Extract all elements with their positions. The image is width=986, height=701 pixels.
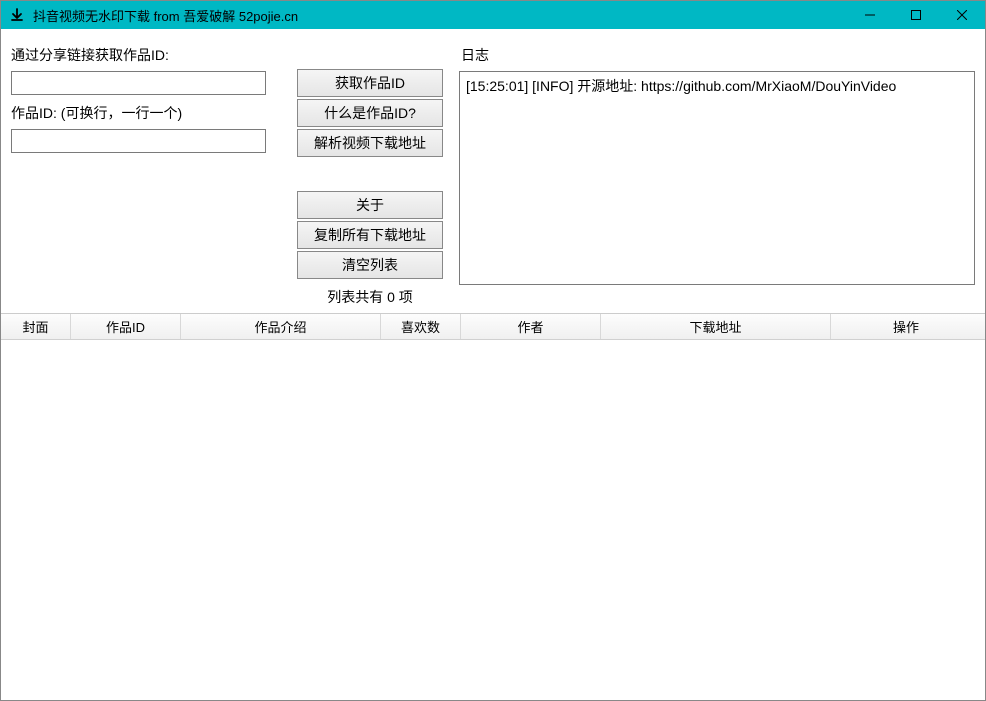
- get-work-id-button[interactable]: 获取作品ID: [297, 69, 443, 97]
- clear-list-button[interactable]: 清空列表: [297, 251, 443, 279]
- parse-download-button[interactable]: 解析视频下载地址: [297, 129, 443, 157]
- share-link-input[interactable]: [11, 71, 266, 95]
- table-column-header[interactable]: 作品介绍: [181, 314, 381, 339]
- app-icon: [7, 5, 27, 25]
- what-is-work-id-button[interactable]: 什么是作品ID?: [297, 99, 443, 127]
- list-count-label: 列表共有 0 项: [327, 287, 413, 307]
- window-title: 抖音视频无水印下载 from 吾爱破解 52pojie.cn: [31, 6, 847, 25]
- maximize-button[interactable]: [893, 1, 939, 29]
- work-id-input[interactable]: [11, 129, 266, 153]
- log-entry: [15:25:01] [INFO] 开源地址: https://github.c…: [466, 76, 968, 96]
- table-column-header[interactable]: 下载地址: [601, 314, 831, 339]
- table-column-header[interactable]: 操作: [831, 314, 981, 339]
- left-panel: 通过分享链接获取作品ID: 作品ID: (可换行，一行一个) 获取作品ID 什么…: [11, 39, 451, 307]
- window-controls: [847, 1, 985, 29]
- inputs-column: 通过分享链接获取作品ID: 作品ID: (可换行，一行一个): [11, 39, 269, 307]
- buttons-column: 获取作品ID 什么是作品ID? 解析视频下载地址 关于 复制所有下载地址 清空列…: [295, 39, 445, 307]
- minimize-button[interactable]: [847, 1, 893, 29]
- table-column-header[interactable]: 封面: [1, 314, 71, 339]
- copy-all-button[interactable]: 复制所有下载地址: [297, 221, 443, 249]
- table-column-header[interactable]: 作者: [461, 314, 601, 339]
- table-column-header[interactable]: 作品ID: [71, 314, 181, 339]
- log-label: 日志: [459, 45, 975, 65]
- app-window: 抖音视频无水印下载 from 吾爱破解 52pojie.cn 通过分享链接获取作…: [0, 0, 986, 701]
- share-link-label: 通过分享链接获取作品ID:: [11, 45, 269, 65]
- title-bar: 抖音视频无水印下载 from 吾爱破解 52pojie.cn: [1, 1, 985, 29]
- close-button[interactable]: [939, 1, 985, 29]
- table-column-header[interactable]: 喜欢数: [381, 314, 461, 339]
- right-panel: 日志 [15:25:01] [INFO] 开源地址: https://githu…: [459, 39, 975, 307]
- work-id-label: 作品ID: (可换行，一行一个): [11, 103, 269, 123]
- table-area: 封面作品ID作品介绍喜欢数作者下载地址操作: [1, 313, 985, 700]
- log-textbox[interactable]: [15:25:01] [INFO] 开源地址: https://github.c…: [459, 71, 975, 285]
- about-button[interactable]: 关于: [297, 191, 443, 219]
- table-header: 封面作品ID作品介绍喜欢数作者下载地址操作: [1, 314, 985, 340]
- content-top: 通过分享链接获取作品ID: 作品ID: (可换行，一行一个) 获取作品ID 什么…: [1, 29, 985, 313]
